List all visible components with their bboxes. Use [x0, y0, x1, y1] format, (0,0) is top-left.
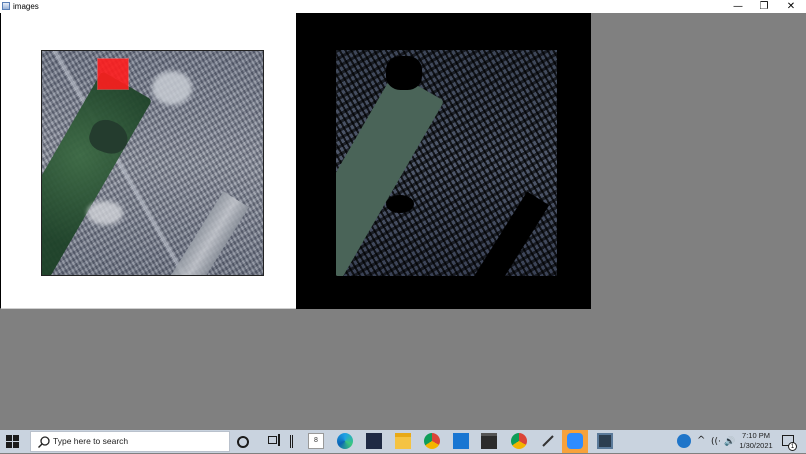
- mail-icon[interactable]: [453, 433, 469, 449]
- notification-badge: 1: [788, 442, 797, 451]
- masked-region: [386, 195, 414, 213]
- store-icon[interactable]: [481, 433, 497, 449]
- park-area: [336, 72, 445, 276]
- zoom-icon[interactable]: [567, 433, 583, 449]
- search-icon: [38, 436, 50, 448]
- close-button[interactable]: ✕: [777, 0, 805, 13]
- masked-image-pane: [296, 13, 591, 309]
- red-selection-marker: [98, 59, 128, 89]
- masked-river: [468, 191, 550, 276]
- taskbar: Type here to search 8 ^ ((· 🔊 7:10 PM 1/…: [0, 430, 806, 453]
- window-title-bar[interactable]: images — ❐ ✕: [0, 0, 806, 13]
- park-area: [42, 71, 153, 275]
- volume-icon[interactable]: 🔊: [724, 433, 735, 451]
- search-placeholder: Type here to search: [53, 436, 129, 446]
- cloud-patch: [87, 201, 123, 225]
- app-icon: [2, 2, 10, 10]
- windows-start-icon[interactable]: [6, 435, 20, 449]
- cortana-icon[interactable]: [237, 436, 249, 448]
- chrome-profile-icon[interactable]: [511, 433, 527, 449]
- sticky-notes-icon[interactable]: 8: [308, 433, 324, 449]
- masked-satellite-image: [336, 50, 557, 276]
- maximize-button[interactable]: ❐: [750, 0, 778, 13]
- window-title: images: [13, 2, 39, 11]
- pen-tool-icon[interactable]: [540, 433, 556, 449]
- taskbar-divider-icon: [290, 435, 293, 448]
- cloud-patch: [152, 71, 192, 105]
- satellite-image: [41, 50, 264, 276]
- task-view-icon[interactable]: [267, 433, 283, 449]
- river: [165, 191, 249, 275]
- chrome-icon[interactable]: [424, 433, 440, 449]
- minimize-button[interactable]: —: [724, 0, 752, 13]
- clock-date[interactable]: 1/30/2021: [736, 441, 776, 451]
- show-hidden-icons-chevron-icon[interactable]: ^: [697, 432, 705, 450]
- terminal-icon[interactable]: [366, 433, 382, 449]
- edge-browser-icon[interactable]: [337, 433, 353, 449]
- original-image-pane: [0, 13, 296, 309]
- clock-time[interactable]: 7:10 PM: [736, 431, 776, 441]
- image-viewer-icon[interactable]: [597, 433, 613, 449]
- wifi-icon[interactable]: ((·: [711, 433, 721, 451]
- file-explorer-icon[interactable]: [395, 433, 411, 449]
- people-icon[interactable]: [677, 434, 691, 448]
- masked-region: [386, 56, 422, 90]
- taskbar-search-box[interactable]: Type here to search: [30, 431, 230, 452]
